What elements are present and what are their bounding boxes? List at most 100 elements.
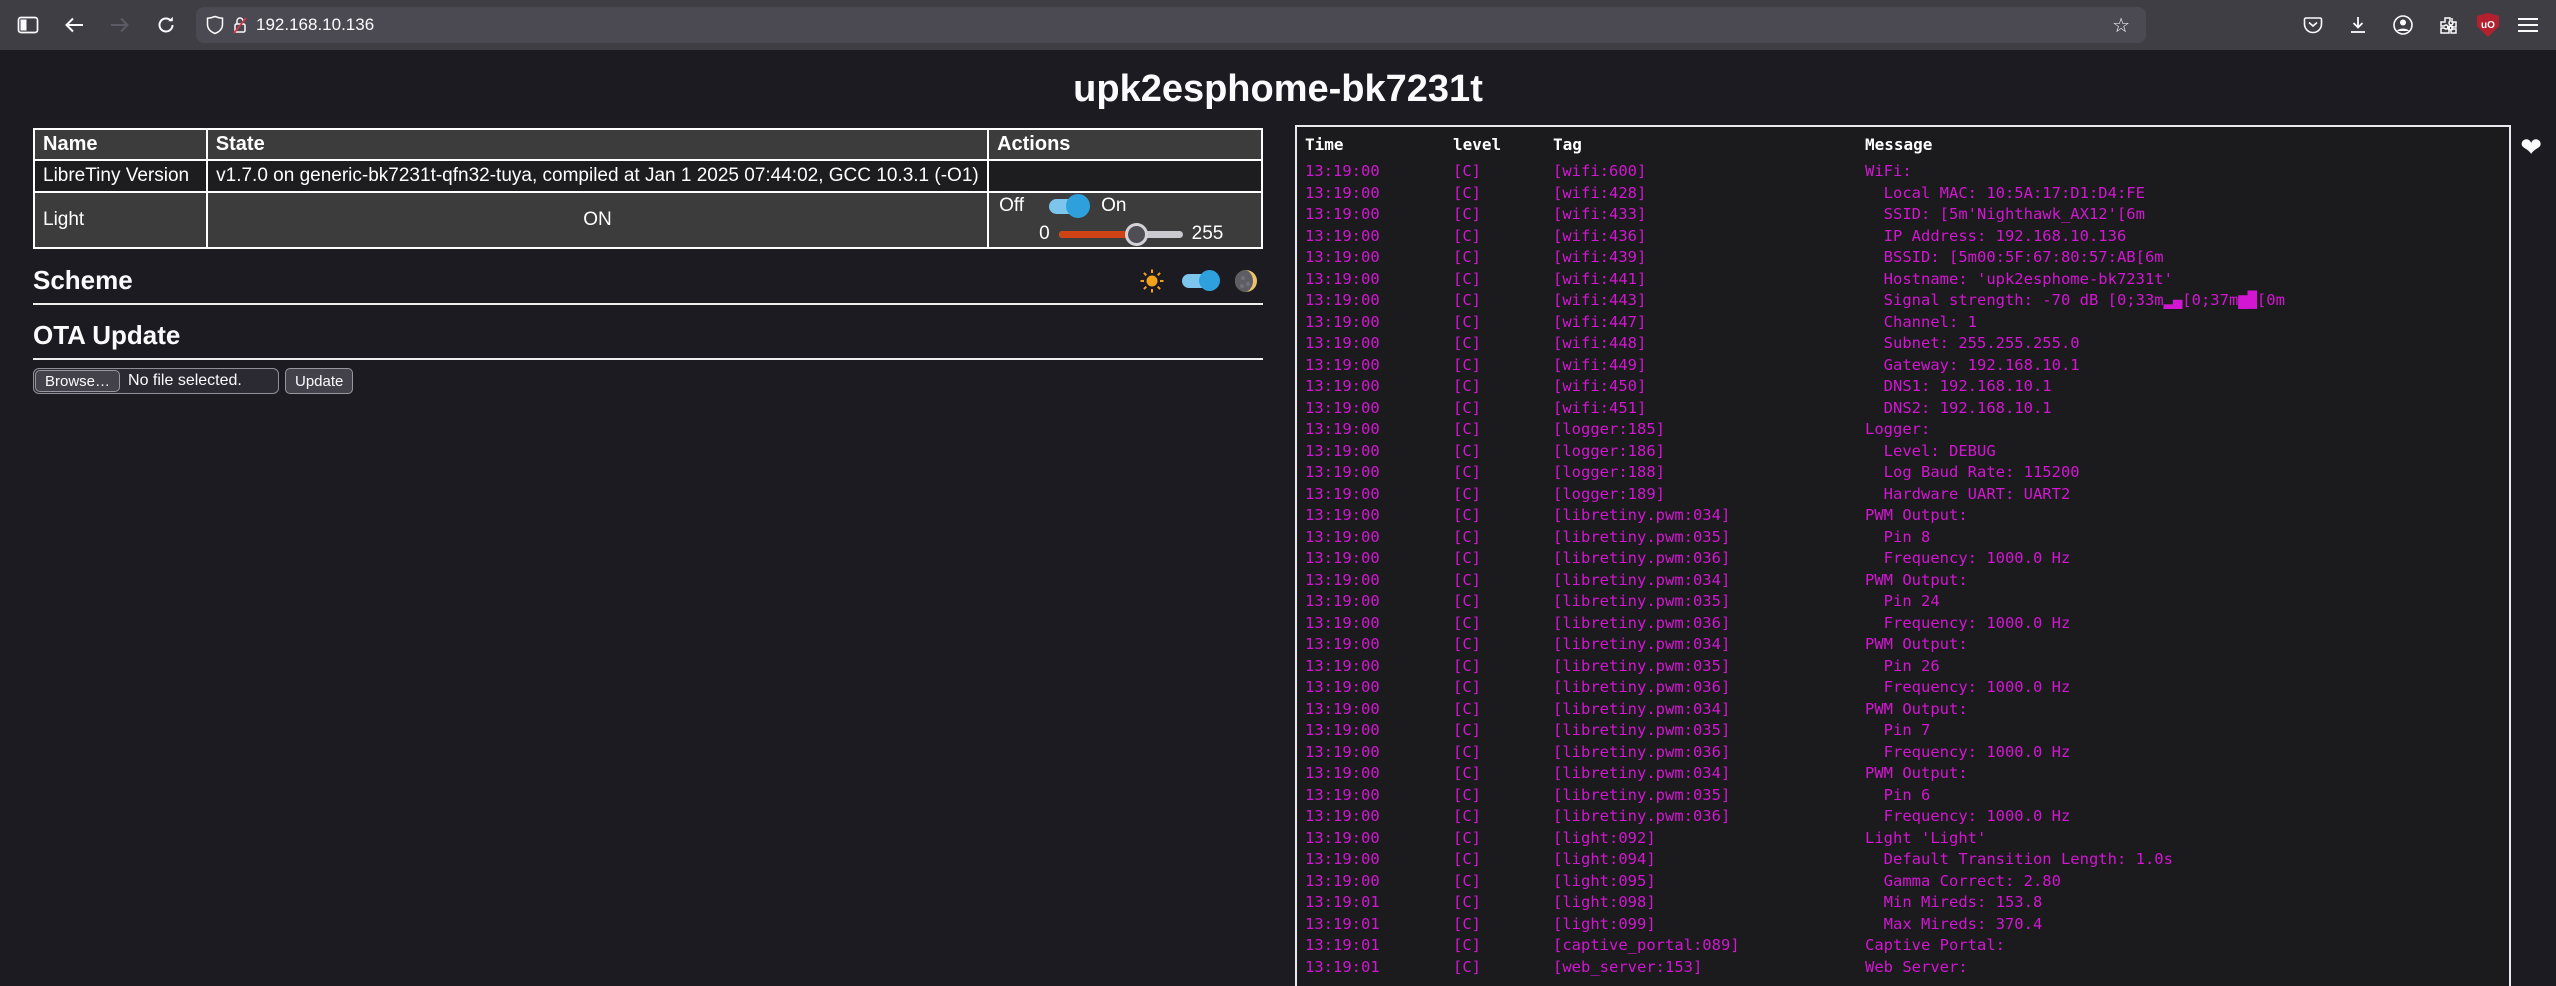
- log-level: [C]: [1453, 957, 1553, 979]
- log-level: [C]: [1453, 935, 1553, 957]
- scheme-toggle-knob[interactable]: [1199, 270, 1220, 291]
- log-row: 13:19:00[C][libretiny.pwm:035] Pin 8: [1297, 527, 2509, 549]
- log-tag: [wifi:450]: [1553, 376, 1865, 398]
- log-row: 13:19:00[C][wifi:443] Signal strength: -…: [1297, 290, 2509, 312]
- log-message: Channel: 1: [1865, 312, 2509, 334]
- log-tag: [libretiny.pwm:034]: [1553, 570, 1865, 592]
- log-time: 13:19:00: [1305, 828, 1453, 850]
- pocket-icon[interactable]: [2297, 9, 2329, 41]
- menu-icon[interactable]: [2512, 9, 2544, 41]
- log-message: SSID: [5m'Nighthawk_AX12'[6m: [1865, 204, 2509, 226]
- log-row: 13:19:00[C][wifi:428] Local MAC: 10:5A:1…: [1297, 183, 2509, 205]
- log-level: [C]: [1453, 570, 1553, 592]
- log-time: 13:19:00: [1305, 871, 1453, 893]
- libretiny-version-name: LibreTiny Version: [34, 160, 207, 192]
- file-status-text: No file selected.: [128, 372, 242, 390]
- log-row: 13:19:00[C][libretiny.pwm:035] Pin 24: [1297, 591, 2509, 613]
- back-icon[interactable]: [58, 9, 90, 41]
- log-level: [C]: [1453, 183, 1553, 205]
- light-toggle[interactable]: [1049, 199, 1087, 214]
- log-row: 13:19:00[C][wifi:439] BSSID: [5m00:5F:67…: [1297, 247, 2509, 269]
- url-text[interactable]: 192.168.10.136: [256, 15, 2106, 35]
- log-message: Log Baud Rate: 115200: [1865, 462, 2509, 484]
- log-row: 13:19:00[C][wifi:449] Gateway: 192.168.1…: [1297, 355, 2509, 377]
- log-time: 13:19:01: [1305, 892, 1453, 914]
- scheme-toggle[interactable]: [1182, 274, 1218, 288]
- heart-icon[interactable]: ❤: [2520, 132, 2542, 163]
- lock-broken-icon[interactable]: [232, 15, 248, 35]
- log-level: [C]: [1453, 226, 1553, 248]
- log-message: Max Mireds: 370.4: [1865, 914, 2509, 936]
- log-time: 13:19:01: [1305, 914, 1453, 936]
- sidebar-toggle-icon[interactable]: [12, 9, 44, 41]
- libretiny-version-state: v1.7.0 on generic-bk7231t-qfn32-tuya, co…: [207, 160, 988, 192]
- log-tag: [wifi:600]: [1553, 161, 1865, 183]
- log-tag: [light:095]: [1553, 871, 1865, 893]
- log-row: 13:19:00[C][logger:185]Logger:: [1297, 419, 2509, 441]
- log-body: 13:19:00[C][wifi:600]WiFi:13:19:00[C][wi…: [1297, 161, 2509, 978]
- log-time: 13:19:01: [1305, 935, 1453, 957]
- log-level: [C]: [1453, 376, 1553, 398]
- extensions-puzzle-icon[interactable]: [2432, 9, 2464, 41]
- log-level: [C]: [1453, 849, 1553, 871]
- update-button[interactable]: Update: [285, 368, 353, 394]
- log-message: WiFi:: [1865, 161, 2509, 183]
- log-time: 13:19:00: [1305, 247, 1453, 269]
- log-tag: [libretiny.pwm:036]: [1553, 548, 1865, 570]
- log-level: [C]: [1453, 290, 1553, 312]
- log-panel[interactable]: Time level Tag Message 13:19:00[C][wifi:…: [1295, 125, 2511, 986]
- account-icon[interactable]: [2387, 9, 2419, 41]
- log-message: Hardware UART: UART2: [1865, 484, 2509, 506]
- tracking-shield-icon[interactable]: [206, 15, 224, 35]
- log-message: PWM Output:: [1865, 763, 2509, 785]
- log-level: [C]: [1453, 634, 1553, 656]
- log-message: Pin 26: [1865, 656, 2509, 678]
- log-tag: [light:098]: [1553, 892, 1865, 914]
- log-message: Frequency: 1000.0 Hz: [1865, 742, 2509, 764]
- log-time: 13:19:00: [1305, 806, 1453, 828]
- log-level: [C]: [1453, 806, 1553, 828]
- log-row: 13:19:01[C][captive_portal:089]Captive P…: [1297, 935, 2509, 957]
- log-time: 13:19:00: [1305, 183, 1453, 205]
- log-tag: [libretiny.pwm:036]: [1553, 806, 1865, 828]
- log-level: [C]: [1453, 247, 1553, 269]
- forward-icon[interactable]: [104, 9, 136, 41]
- log-time: 13:19:00: [1305, 355, 1453, 377]
- log-tag: [wifi:441]: [1553, 269, 1865, 291]
- log-level: [C]: [1453, 355, 1553, 377]
- log-level: [C]: [1453, 699, 1553, 721]
- log-tag: [wifi:428]: [1553, 183, 1865, 205]
- page-title: upk2esphome-bk7231t: [0, 50, 2556, 125]
- reload-icon[interactable]: [150, 9, 182, 41]
- ublock-icon[interactable]: uO: [2477, 13, 2499, 37]
- browser-toolbar: 192.168.10.136 ☆ uO: [0, 0, 2556, 50]
- brightness-slider[interactable]: [1059, 231, 1183, 238]
- download-icon[interactable]: [2342, 9, 2374, 41]
- log-tag: [libretiny.pwm:034]: [1553, 634, 1865, 656]
- log-level: [C]: [1453, 591, 1553, 613]
- log-message: Pin 6: [1865, 785, 2509, 807]
- log-row: 13:19:00[C][logger:186] Level: DEBUG: [1297, 441, 2509, 463]
- log-time: 13:19:00: [1305, 763, 1453, 785]
- log-message: PWM Output:: [1865, 505, 2509, 527]
- log-tag: [libretiny.pwm:034]: [1553, 763, 1865, 785]
- log-row: 13:19:00[C][wifi:451] DNS2: 192.168.10.1: [1297, 398, 2509, 420]
- log-tag: [web_server:153]: [1553, 957, 1865, 979]
- url-bar[interactable]: 192.168.10.136 ☆: [196, 7, 2146, 43]
- log-level: [C]: [1453, 742, 1553, 764]
- log-message: PWM Output:: [1865, 699, 2509, 721]
- log-level: [C]: [1453, 462, 1553, 484]
- brightness-slider-thumb[interactable]: [1125, 223, 1148, 246]
- log-level: [C]: [1453, 419, 1553, 441]
- bookmark-star-icon[interactable]: ☆: [2106, 13, 2136, 38]
- light-toggle-knob[interactable]: [1066, 194, 1090, 218]
- log-time: 13:19:00: [1305, 613, 1453, 635]
- log-message: PWM Output:: [1865, 634, 2509, 656]
- firmware-file-input[interactable]: Browse… No file selected.: [33, 368, 279, 394]
- log-time: 13:19:00: [1305, 312, 1453, 334]
- log-row: 13:19:00[C][wifi:441] Hostname: 'upk2esp…: [1297, 269, 2509, 291]
- log-level: [C]: [1453, 312, 1553, 334]
- log-row: 13:19:00[C][light:092]Light 'Light': [1297, 828, 2509, 850]
- log-time: 13:19:00: [1305, 333, 1453, 355]
- browse-button[interactable]: Browse…: [35, 370, 120, 392]
